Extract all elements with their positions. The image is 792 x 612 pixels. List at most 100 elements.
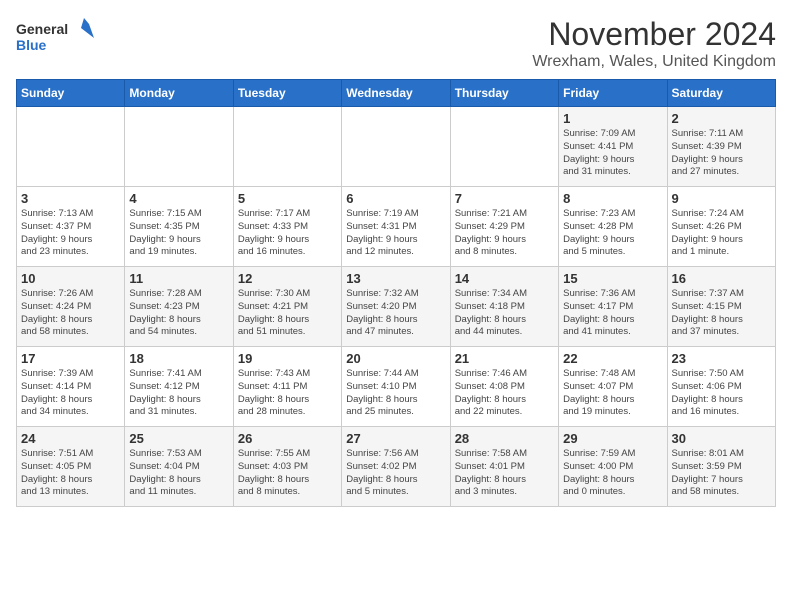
day-number: 22 <box>563 351 662 366</box>
day-info: Sunrise: 7:21 AM Sunset: 4:29 PM Dayligh… <box>455 208 554 259</box>
day-info: Sunrise: 7:34 AM Sunset: 4:18 PM Dayligh… <box>455 288 554 339</box>
day-number: 29 <box>563 431 662 446</box>
day-number: 12 <box>238 271 337 286</box>
week-row-2: 3 Sunrise: 7:13 AM Sunset: 4:37 PM Daylig… <box>17 187 776 267</box>
day-number: 10 <box>21 271 120 286</box>
day-info: Sunrise: 7:28 AM Sunset: 4:23 PM Dayligh… <box>129 288 228 339</box>
day-number: 18 <box>129 351 228 366</box>
day-info: Sunrise: 7:37 AM Sunset: 4:15 PM Dayligh… <box>672 288 771 339</box>
day-info: Sunrise: 7:48 AM Sunset: 4:07 PM Dayligh… <box>563 368 662 419</box>
day-info: Sunrise: 8:01 AM Sunset: 3:59 PM Dayligh… <box>672 448 771 499</box>
table-cell: 11 Sunrise: 7:28 AM Sunset: 4:23 PM Dayli… <box>125 267 233 347</box>
table-cell: 4 Sunrise: 7:15 AM Sunset: 4:35 PM Daylig… <box>125 187 233 267</box>
table-cell: 19Sunrise: 7:43 AM Sunset: 4:11 PM Dayli… <box>233 347 341 427</box>
day-info: Sunrise: 7:15 AM Sunset: 4:35 PM Dayligh… <box>129 208 228 259</box>
table-cell <box>342 107 450 187</box>
table-cell: 25Sunrise: 7:53 AM Sunset: 4:04 PM Dayli… <box>125 427 233 507</box>
calendar-title: November 2024 <box>532 16 776 53</box>
day-info: Sunrise: 7:51 AM Sunset: 4:05 PM Dayligh… <box>21 448 120 499</box>
day-number: 11 <box>129 271 228 286</box>
day-number: 13 <box>346 271 445 286</box>
table-cell <box>17 107 125 187</box>
table-cell: 10 Sunrise: 7:26 AM Sunset: 4:24 PM Dayli… <box>17 267 125 347</box>
logo-icon: General Blue <box>16 16 96 61</box>
header-wednesday: Wednesday <box>342 80 450 107</box>
table-cell: 28Sunrise: 7:58 AM Sunset: 4:01 PM Dayli… <box>450 427 558 507</box>
table-cell: 21 Sunrise: 7:46 AM Sunset: 4:08 PM Dayli… <box>450 347 558 427</box>
day-info: Sunrise: 7:17 AM Sunset: 4:33 PM Dayligh… <box>238 208 337 259</box>
svg-text:General: General <box>16 21 68 37</box>
day-number: 3 <box>21 191 120 206</box>
table-cell: 16 Sunrise: 7:37 AM Sunset: 4:15 PM Dayli… <box>667 267 775 347</box>
day-number: 5 <box>238 191 337 206</box>
table-cell: 18 Sunrise: 7:41 AM Sunset: 4:12 PM Dayli… <box>125 347 233 427</box>
calendar-subtitle: Wrexham, Wales, United Kingdom <box>532 53 776 71</box>
day-info: Sunrise: 7:26 AM Sunset: 4:24 PM Dayligh… <box>21 288 120 339</box>
day-number: 9 <box>672 191 771 206</box>
day-info: Sunrise: 7:36 AM Sunset: 4:17 PM Dayligh… <box>563 288 662 339</box>
day-info: Sunrise: 7:50 AM Sunset: 4:06 PM Dayligh… <box>672 368 771 419</box>
day-info: Sunrise: 7:55 AM Sunset: 4:03 PM Dayligh… <box>238 448 337 499</box>
day-info: Sunrise: 7:39 AM Sunset: 4:14 PM Dayligh… <box>21 368 120 419</box>
day-number: 7 <box>455 191 554 206</box>
day-number: 28 <box>455 431 554 446</box>
table-cell: 3 Sunrise: 7:13 AM Sunset: 4:37 PM Daylig… <box>17 187 125 267</box>
day-number: 19 <box>238 351 337 366</box>
day-number: 26 <box>238 431 337 446</box>
table-cell <box>233 107 341 187</box>
week-row-3: 10 Sunrise: 7:26 AM Sunset: 4:24 PM Dayli… <box>17 267 776 347</box>
day-info: Sunrise: 7:11 AM Sunset: 4:39 PM Dayligh… <box>672 128 771 179</box>
week-row-1: 1Sunrise: 7:09 AM Sunset: 4:41 PM Daylig… <box>17 107 776 187</box>
logo: General Blue <box>16 16 96 61</box>
table-cell: 15 Sunrise: 7:36 AM Sunset: 4:17 PM Dayli… <box>559 267 667 347</box>
header-row: Sunday Monday Tuesday Wednesday Thursday… <box>17 80 776 107</box>
day-number: 30 <box>672 431 771 446</box>
table-cell: 8Sunrise: 7:23 AM Sunset: 4:28 PM Daylig… <box>559 187 667 267</box>
day-number: 21 <box>455 351 554 366</box>
day-info: Sunrise: 7:24 AM Sunset: 4:26 PM Dayligh… <box>672 208 771 259</box>
day-number: 16 <box>672 271 771 286</box>
day-number: 2 <box>672 111 771 126</box>
title-section: November 2024 Wrexham, Wales, United Kin… <box>532 16 776 71</box>
table-cell: 2 Sunrise: 7:11 AM Sunset: 4:39 PM Daylig… <box>667 107 775 187</box>
day-number: 14 <box>455 271 554 286</box>
header-saturday: Saturday <box>667 80 775 107</box>
table-cell: 27Sunrise: 7:56 AM Sunset: 4:02 PM Dayli… <box>342 427 450 507</box>
table-cell: 5 Sunrise: 7:17 AM Sunset: 4:33 PM Daylig… <box>233 187 341 267</box>
day-number: 20 <box>346 351 445 366</box>
day-number: 4 <box>129 191 228 206</box>
table-cell: 13 Sunrise: 7:32 AM Sunset: 4:20 PM Dayli… <box>342 267 450 347</box>
day-number: 23 <box>672 351 771 366</box>
day-number: 17 <box>21 351 120 366</box>
table-cell: 14 Sunrise: 7:34 AM Sunset: 4:18 PM Dayli… <box>450 267 558 347</box>
table-cell: 9 Sunrise: 7:24 AM Sunset: 4:26 PM Daylig… <box>667 187 775 267</box>
table-cell: 1Sunrise: 7:09 AM Sunset: 4:41 PM Daylig… <box>559 107 667 187</box>
day-number: 24 <box>21 431 120 446</box>
table-cell <box>450 107 558 187</box>
table-cell: 26 Sunrise: 7:55 AM Sunset: 4:03 PM Dayli… <box>233 427 341 507</box>
day-info: Sunrise: 7:59 AM Sunset: 4:00 PM Dayligh… <box>563 448 662 499</box>
calendar-table: Sunday Monday Tuesday Wednesday Thursday… <box>16 79 776 507</box>
day-info: Sunrise: 7:46 AM Sunset: 4:08 PM Dayligh… <box>455 368 554 419</box>
table-cell: 7 Sunrise: 7:21 AM Sunset: 4:29 PM Daylig… <box>450 187 558 267</box>
day-info: Sunrise: 7:13 AM Sunset: 4:37 PM Dayligh… <box>21 208 120 259</box>
day-info: Sunrise: 7:41 AM Sunset: 4:12 PM Dayligh… <box>129 368 228 419</box>
day-info: Sunrise: 7:19 AM Sunset: 4:31 PM Dayligh… <box>346 208 445 259</box>
table-cell: 20 Sunrise: 7:44 AM Sunset: 4:10 PM Dayli… <box>342 347 450 427</box>
header-monday: Monday <box>125 80 233 107</box>
table-cell: 29 Sunrise: 7:59 AM Sunset: 4:00 PM Dayli… <box>559 427 667 507</box>
table-cell: 6Sunrise: 7:19 AM Sunset: 4:31 PM Daylig… <box>342 187 450 267</box>
table-cell: 17 Sunrise: 7:39 AM Sunset: 4:14 PM Dayli… <box>17 347 125 427</box>
table-cell: 24 Sunrise: 7:51 AM Sunset: 4:05 PM Dayli… <box>17 427 125 507</box>
day-number: 15 <box>563 271 662 286</box>
header-thursday: Thursday <box>450 80 558 107</box>
table-cell <box>125 107 233 187</box>
day-info: Sunrise: 7:30 AM Sunset: 4:21 PM Dayligh… <box>238 288 337 339</box>
header-tuesday: Tuesday <box>233 80 341 107</box>
day-info: Sunrise: 7:32 AM Sunset: 4:20 PM Dayligh… <box>346 288 445 339</box>
day-info: Sunrise: 7:44 AM Sunset: 4:10 PM Dayligh… <box>346 368 445 419</box>
header-sunday: Sunday <box>17 80 125 107</box>
day-number: 8 <box>563 191 662 206</box>
header-friday: Friday <box>559 80 667 107</box>
day-info: Sunrise: 7:53 AM Sunset: 4:04 PM Dayligh… <box>129 448 228 499</box>
